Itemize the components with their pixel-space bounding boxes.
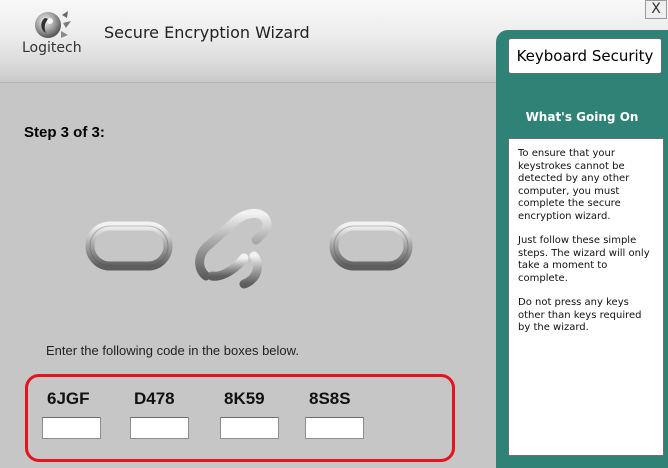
step-label: Step 3 of 3: — [24, 124, 105, 141]
close-button[interactable]: X — [645, 0, 667, 19]
code-input-1[interactable] — [42, 417, 101, 439]
window-title: Secure Encryption Wizard — [104, 23, 310, 42]
code-3: 8K59 — [224, 389, 265, 408]
sidebar-info-box: To ensure that your keystrokes cannot be… — [508, 138, 664, 456]
sidebar-paragraph-2: Just follow these simple steps. The wiza… — [518, 235, 650, 284]
code-2: D478 — [134, 389, 175, 408]
code-input-2[interactable] — [130, 417, 189, 439]
broken-chain-icon — [85, 209, 413, 289]
instruction-text: Enter the following code in the boxes be… — [46, 343, 299, 358]
logo-text: Logitech — [22, 40, 82, 56]
logitech-logo-icon — [35, 11, 71, 38]
code-input-4[interactable] — [305, 417, 364, 439]
code-input-3[interactable] — [220, 417, 279, 439]
code-4: 8S8S — [309, 389, 351, 408]
sidebar-paragraph-1: To ensure that your keystrokes cannot be… — [518, 148, 630, 222]
sidebar-paragraph-3: Do not press any keys other than keys re… — [518, 297, 642, 333]
code-1: 6JGF — [47, 389, 90, 408]
sidebar-title: Keyboard Security — [508, 38, 662, 74]
sidebar-heading: What's Going On — [525, 110, 639, 124]
